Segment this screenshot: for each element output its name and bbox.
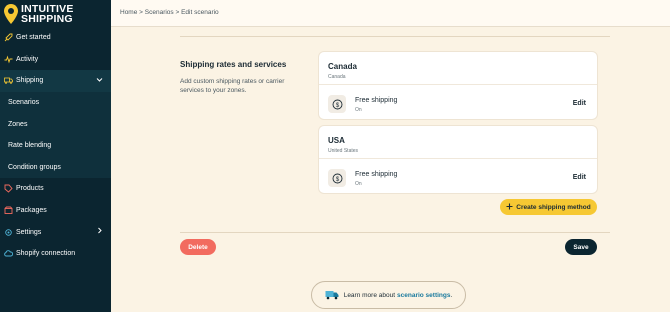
breadcrumb-separator: > [139, 9, 143, 16]
box-icon [4, 206, 13, 215]
zone-name: USA [328, 136, 345, 145]
plus-icon [506, 203, 513, 212]
gear-icon [4, 228, 13, 237]
tag-icon [4, 184, 13, 194]
zone-card-canada: Canada Canada $ Free shipping On Edit [319, 52, 597, 119]
sidebar-item-shopify-connection[interactable]: Shopify connection [0, 243, 111, 265]
delete-button[interactable]: Delete [180, 239, 216, 255]
section-description: Add custom shipping rates or carrier ser… [180, 78, 285, 94]
dollar-circle-icon: $ [328, 169, 346, 187]
brand-logo[interactable]: INTUITIVE SHIPPING [4, 4, 74, 24]
svg-text:$: $ [335, 102, 339, 108]
activity-icon [4, 55, 13, 64]
sidebar-item-label: Scenarios [8, 99, 40, 107]
sidebar-item-settings[interactable]: Settings [0, 221, 111, 243]
learn-more-text: Learn more about [343, 291, 396, 299]
service-name: Free shipping [355, 171, 398, 178]
sidebar-item-get-started[interactable]: Get started [0, 27, 111, 49]
section-divider-bottom [180, 232, 610, 233]
truck-icon [4, 76, 13, 85]
sidebar-item-label: Zones [8, 120, 28, 128]
service-status: On [355, 107, 362, 113]
breadcrumb-scenarios[interactable]: Scenarios [145, 9, 174, 16]
sidebar-item-shipping[interactable]: Shipping [0, 70, 111, 92]
sidebar-item-label: Shipping [16, 77, 44, 85]
zone-country: United States [328, 148, 359, 154]
section-divider-top [180, 36, 610, 37]
breadcrumb-separator: > [175, 9, 180, 16]
zone-name: Canada [328, 62, 357, 71]
service-status: On [355, 181, 362, 187]
service-name: Free shipping [355, 97, 398, 104]
breadcrumb-current: Edit scenario [181, 9, 219, 16]
sidebar: INTUITIVE SHIPPING Get started Activity … [0, 0, 111, 312]
sidebar-item-label: Activity [16, 55, 39, 63]
edit-button[interactable]: Edit [573, 100, 586, 107]
sidebar-item-scenarios[interactable]: Scenarios [0, 91, 111, 114]
dollar-circle-icon: $ [328, 95, 346, 113]
scenario-settings-link[interactable]: scenario settings [397, 292, 450, 299]
sidebar-item-condition-groups[interactable]: Condition groups [0, 156, 111, 179]
brand-line-2: SHIPPING [21, 13, 73, 25]
chevron-down-icon [96, 76, 103, 85]
sidebar-item-label: Products [16, 185, 44, 193]
sidebar-item-label: Condition groups [8, 163, 61, 171]
section-title: Shipping rates and services [180, 60, 287, 69]
sidebar-item-label: Packages [16, 207, 47, 215]
sidebar-item-label: Shopify connection [16, 250, 76, 258]
chevron-right-icon [96, 227, 103, 236]
delivery-truck-icon [325, 289, 339, 302]
sidebar-item-products[interactable]: Products [0, 178, 111, 200]
top-bar: Home > Scenarios > Edit scenario [111, 0, 670, 27]
breadcrumb-home[interactable]: Home [120, 9, 137, 16]
sidebar-item-activity[interactable]: Activity [0, 49, 111, 71]
zone-card-usa: USA United States $ Free shipping On Edi… [319, 126, 597, 193]
save-button[interactable]: Save [565, 239, 597, 255]
rocket-icon [4, 33, 13, 42]
learn-more-banner: Learn more about scenario settings. [311, 281, 466, 309]
learn-more-suffix: . [450, 291, 453, 299]
breadcrumb: Home > Scenarios > Edit scenario [120, 9, 219, 16]
card-divider [319, 84, 597, 85]
sidebar-item-label: Settings [16, 228, 42, 236]
sidebar-nav: Get started Activity Shipping Scenarios … [0, 27, 111, 265]
svg-text:$: $ [335, 176, 339, 182]
sidebar-item-zones[interactable]: Zones [0, 113, 111, 135]
location-pin-icon [4, 4, 18, 24]
card-divider [319, 158, 597, 159]
cloud-icon [4, 249, 13, 258]
brand-name: INTUITIVE SHIPPING [21, 4, 74, 25]
edit-button[interactable]: Edit [573, 174, 586, 181]
sidebar-item-rate-blending[interactable]: Rate blending [0, 134, 111, 157]
sidebar-item-label: Rate blending [8, 142, 52, 150]
create-shipping-method-button[interactable]: Create shipping method [500, 199, 597, 215]
create-shipping-method-label: Create shipping method [516, 203, 591, 211]
sidebar-item-packages[interactable]: Packages [0, 200, 111, 222]
sidebar-item-label: Get started [16, 34, 51, 42]
zone-country: Canada [328, 74, 346, 80]
